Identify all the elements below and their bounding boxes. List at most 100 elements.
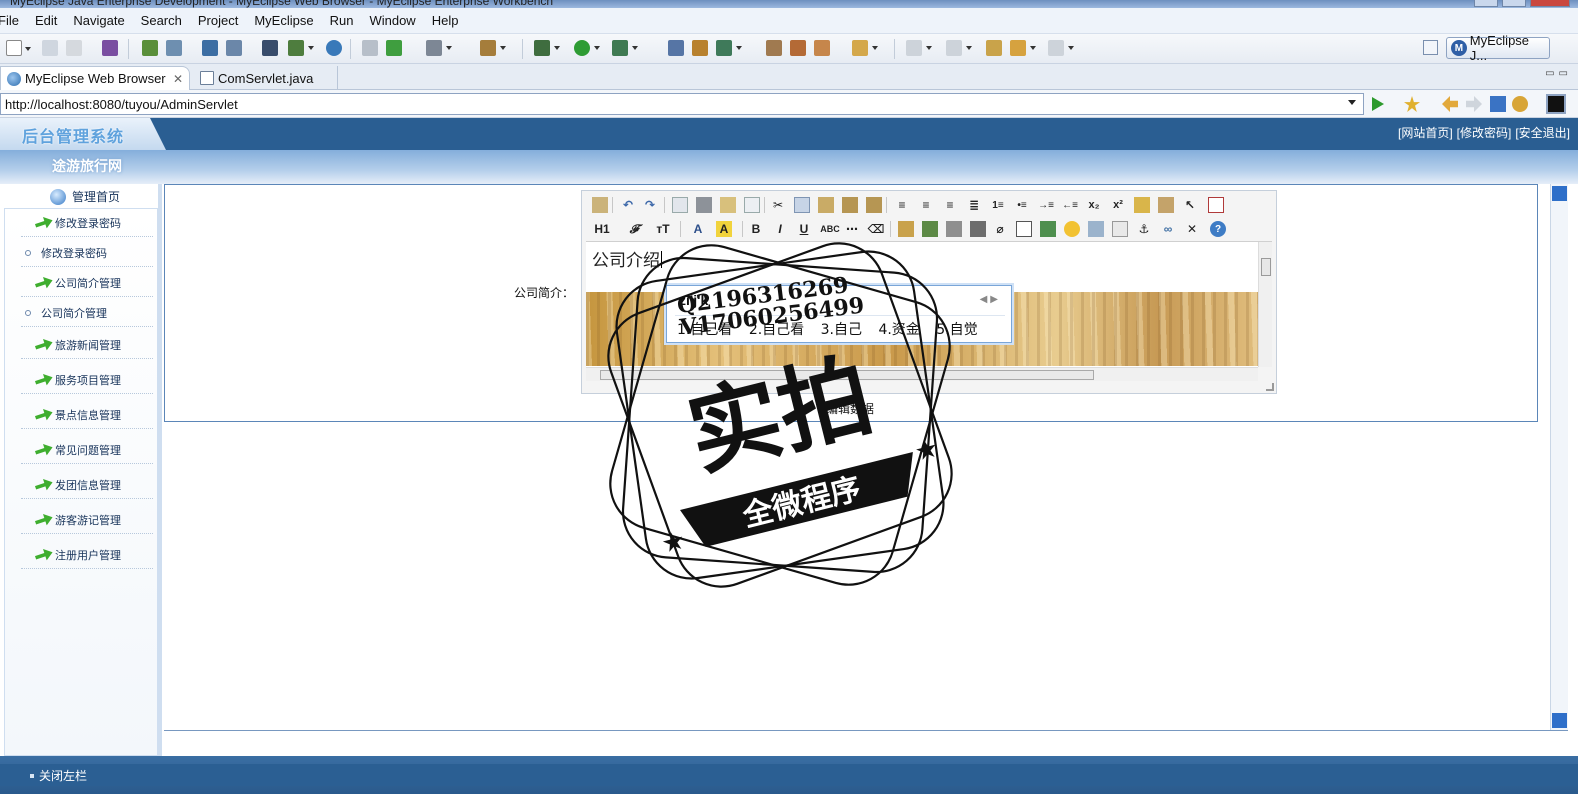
ime-candidate[interactable]: 2.自己看 [749,322,804,338]
view-minmax-controls[interactable]: ▭▭ [1545,68,1572,79]
ime-page-arrows[interactable]: ◀▶ [980,294,1001,305]
ime-candidate[interactable]: 3.自己 [821,322,862,338]
paste-html-icon[interactable] [866,197,882,213]
next-annotation-icon[interactable] [906,40,932,56]
servlet-icon[interactable] [288,40,314,56]
unlink-icon[interactable]: ✕ [1184,221,1200,237]
folder-new-icon[interactable] [852,40,878,56]
folder-open-icon[interactable] [814,40,830,56]
preview-icon[interactable] [672,197,688,213]
prev-annotation-icon[interactable] [946,40,972,56]
menu-run[interactable]: Run [322,13,362,28]
eraser-icon[interactable]: ⌫ [868,221,885,237]
select-all-icon[interactable] [1158,197,1174,213]
last-edit-icon[interactable] [986,40,1002,56]
ordered-list-icon[interactable]: 1≡ [990,197,1006,213]
font-family-dropdown[interactable]: 𝓕 [624,221,644,237]
task-icon[interactable] [480,40,506,56]
font-size-dropdown[interactable]: ᴛT [652,221,674,237]
menu-project[interactable]: Project [190,13,246,28]
help-icon[interactable]: ? [1210,221,1226,237]
sidebar-item-faq[interactable]: 常见问题管理 [21,436,153,464]
sidebar-item-travel-news[interactable]: 旅游新闻管理 [21,331,153,359]
server-icon[interactable] [142,40,158,56]
close-icon[interactable]: ✕ [173,72,183,86]
editor-horizontal-scrollbar[interactable] [586,367,1258,381]
insert-image-icon[interactable] [898,221,914,237]
superscript-icon[interactable]: x² [1110,197,1126,213]
attachment-icon[interactable]: ⌀ [992,221,1008,237]
font-color-icon[interactable]: A [690,221,706,237]
editor-vertical-scrollbar[interactable] [1258,242,1272,367]
redo-icon[interactable]: ↷ [642,197,658,213]
back-icon[interactable] [1442,96,1458,112]
sidebar-item-tour-groups[interactable]: 发团信息管理 [21,471,153,499]
scroll-down-icon[interactable] [1552,713,1567,728]
database-icon[interactable] [166,40,182,56]
strikethrough-button[interactable]: ABC [820,221,840,237]
maximize-button[interactable] [1502,0,1526,7]
print-icon[interactable] [66,40,82,56]
align-left-icon[interactable]: ≡ [894,197,910,213]
heading-dropdown[interactable]: H1 [590,221,614,237]
new-icon[interactable] [6,40,31,56]
resize-handle[interactable] [1266,383,1274,391]
page-break-icon[interactable] [1112,221,1128,237]
print-icon[interactable] [696,197,712,213]
copy-icon[interactable] [794,197,810,213]
bold-button[interactable]: B [748,221,764,237]
deploy-icon[interactable] [102,40,118,56]
align-center-icon[interactable]: ≡ [918,197,934,213]
emoticon-icon[interactable] [1064,221,1080,237]
debug-icon[interactable] [534,40,560,56]
minimize-button[interactable] [1474,0,1498,7]
admin-home-link[interactable]: 管理首页 [50,188,120,205]
new-project-icon[interactable] [202,40,218,56]
link-logout[interactable]: [安全退出] [1515,124,1570,141]
refresh-icon[interactable] [716,40,742,56]
link-site-home[interactable]: [网站首页] [1398,124,1453,141]
url-input[interactable] [0,93,1364,115]
scroll-up-icon[interactable] [1552,186,1567,201]
menu-help[interactable]: Help [424,13,467,28]
close-window-button[interactable] [1530,0,1570,7]
undo-icon[interactable]: ↶ [620,197,636,213]
insert-table-icon[interactable] [1016,221,1032,237]
page-scrollbar[interactable] [1550,184,1568,730]
scroll-thumb[interactable] [600,370,1094,380]
clear-format-icon[interactable] [1134,197,1150,213]
paste-text-icon[interactable] [818,197,834,213]
insert-media-icon[interactable] [946,221,962,237]
anchor-icon[interactable]: ⚓ [1136,221,1152,237]
view-menu-icon[interactable] [1546,94,1566,114]
align-right-icon[interactable]: ≡ [942,197,958,213]
paste-word-icon[interactable] [842,197,858,213]
package-icon[interactable] [692,40,708,56]
run-external-icon[interactable] [612,40,638,56]
ime-candidate[interactable]: 4.资金 [878,322,919,338]
forward-icon[interactable] [1048,40,1074,56]
wand-icon[interactable] [790,40,806,56]
new-web-icon[interactable] [226,40,242,56]
go-button[interactable] [1372,97,1384,111]
menu-myeclipse[interactable]: MyEclipse [246,13,321,28]
sidebar-item-travelogues[interactable]: 游客游记管理 [21,506,153,534]
tab-comservlet[interactable]: ComServlet.java [194,66,338,90]
underline-button[interactable]: U [796,221,812,237]
open-perspective-icon[interactable] [1423,40,1438,55]
menu-file[interactable]: File [0,13,27,28]
sidebar-subitem-company-intro[interactable]: 公司简介管理 [21,299,153,327]
sidebar-item-change-password[interactable]: 修改登录密码 [21,209,153,237]
chevron-down-icon[interactable] [1348,100,1356,105]
search-files-icon[interactable] [668,40,684,56]
sidebar-item-services[interactable]: 服务项目管理 [21,366,153,394]
add-icon[interactable] [386,40,402,56]
link-change-password[interactable]: [修改密码] [1457,124,1512,141]
insert-map-icon[interactable] [1088,221,1104,237]
menu-navigate[interactable]: Navigate [65,13,132,28]
perspective-switcher[interactable]: M MyEclipse J... [1446,33,1550,63]
align-justify-icon[interactable]: ≣ [966,197,982,213]
sidebar-item-company-intro[interactable]: 公司简介管理 [21,269,153,297]
camera-icon[interactable] [426,40,452,56]
insert-flash-icon[interactable] [922,221,938,237]
